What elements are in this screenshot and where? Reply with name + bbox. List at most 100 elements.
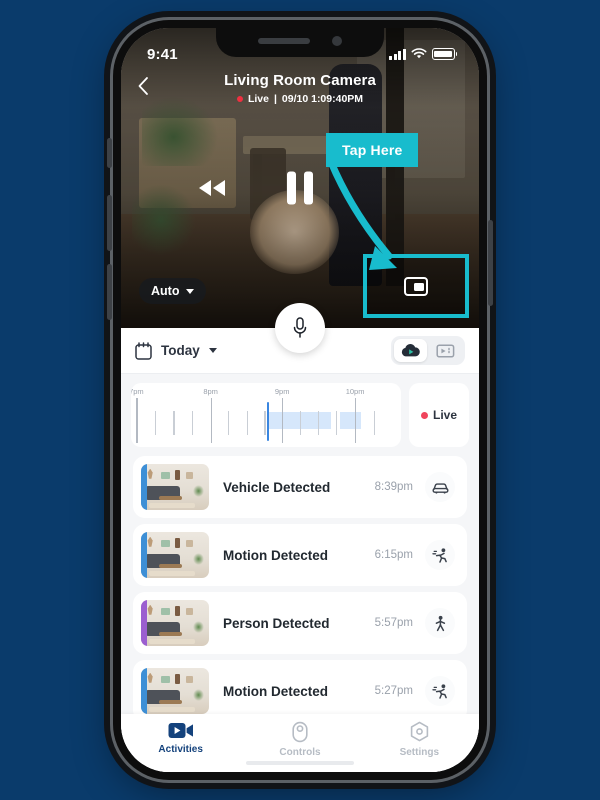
- running-person-icon: [425, 676, 455, 706]
- status-icons: [389, 48, 457, 60]
- tab-label-activities: Activities: [158, 744, 203, 755]
- timeline-hour-label: 8pm: [203, 387, 218, 396]
- timeline-tick: [318, 410, 320, 435]
- microphone-button[interactable]: [275, 303, 325, 353]
- event-thumbnail: [141, 532, 209, 578]
- tab-controls[interactable]: Controls: [241, 721, 359, 758]
- volume-down-button[interactable]: [107, 264, 112, 320]
- running-person-icon: [425, 540, 455, 570]
- timeline-tick: [264, 410, 266, 435]
- pause-icon: [287, 171, 296, 205]
- curved-arrow-icon: [327, 160, 397, 270]
- event-label: Motion Detected: [223, 683, 329, 699]
- event-list-item[interactable]: Motion Detected 5:27pm: [133, 660, 467, 714]
- cloud-storage-button[interactable]: [394, 339, 427, 362]
- rewind-button[interactable]: [197, 179, 227, 197]
- phone-screen: Living Room Camera Live | 09/10 1:09:40P…: [121, 28, 479, 772]
- timeline-tick: [191, 410, 193, 435]
- controls-icon: [292, 721, 308, 743]
- activities-panel: Today 7pm 8pm 9pm 10pm Live Vehicle Dete…: [121, 328, 479, 772]
- car-icon: [425, 472, 455, 502]
- video-quality-selector[interactable]: Auto: [139, 278, 207, 304]
- timeline-row: 7pm 8pm 9pm 10pm Live: [121, 374, 479, 455]
- earpiece-speaker: [258, 38, 310, 44]
- rewind-icon: [199, 180, 225, 196]
- tab-settings[interactable]: Settings: [360, 721, 478, 758]
- timeline-recording-segment: [340, 412, 361, 429]
- live-status: Live | 09/10 1:09:40PM: [121, 93, 479, 105]
- timeline-playhead[interactable]: [266, 401, 270, 442]
- home-indicator: [246, 760, 354, 765]
- volume-up-button[interactable]: [107, 195, 112, 251]
- chevron-down-icon: [186, 288, 195, 294]
- event-time: 5:27pm: [374, 685, 413, 697]
- video-camera-icon: [168, 723, 193, 738]
- event-list-item[interactable]: Motion Detected 6:15pm: [133, 524, 467, 586]
- date-selector[interactable]: Today: [135, 341, 217, 360]
- video-timestamp: 09/10 1:09:40PM: [281, 93, 364, 105]
- chevron-left-icon: [138, 77, 148, 95]
- timeline-tick: [210, 398, 212, 443]
- walking-person-icon: [425, 608, 455, 638]
- timeline-scrubber[interactable]: 7pm 8pm 9pm 10pm: [131, 383, 401, 447]
- event-list-item[interactable]: Person Detected 5:57pm: [133, 592, 467, 654]
- back-button[interactable]: [137, 76, 149, 101]
- event-label: Vehicle Detected: [223, 479, 331, 495]
- tab-activities[interactable]: Activities: [122, 721, 240, 755]
- silent-switch[interactable]: [107, 138, 112, 168]
- event-thumbnail: [141, 600, 209, 646]
- pause-button[interactable]: [287, 171, 313, 205]
- event-time: 8:39pm: [374, 481, 413, 493]
- battery-icon: [431, 48, 457, 60]
- local-storage-button[interactable]: [429, 339, 462, 362]
- timeline-hour-label: 10pm: [345, 387, 365, 396]
- timeline-tick: [299, 410, 301, 435]
- events-list[interactable]: Vehicle Detected 8:39pm Motion Detected 6:1…: [121, 456, 479, 714]
- live-button[interactable]: Live: [409, 383, 469, 447]
- timeline-hour-label: 7pm: [131, 387, 144, 396]
- tap-here-callout: Tap Here: [326, 133, 419, 167]
- microphone-icon: [293, 317, 307, 338]
- timeline-tick: [246, 410, 248, 435]
- chevron-down-icon: [208, 348, 217, 353]
- timeline-tick: [282, 398, 284, 443]
- event-time: 5:57pm: [374, 617, 413, 629]
- timeline-tick: [154, 410, 156, 435]
- calendar-icon: [135, 341, 152, 360]
- event-thumbnail: [141, 668, 209, 714]
- separator: |: [273, 93, 277, 105]
- live-button-label: Live: [432, 408, 457, 422]
- phone-frame: Living Room Camera Live | 09/10 1:09:40P…: [107, 20, 493, 780]
- callout-text: Tap Here: [342, 142, 403, 158]
- storage-toggle: [391, 336, 465, 365]
- timeline-ticks: [131, 398, 401, 443]
- power-button[interactable]: [488, 220, 493, 306]
- timeline-tick: [355, 398, 357, 443]
- live-indicator-dot: [236, 96, 243, 102]
- event-label: Motion Detected: [223, 547, 329, 563]
- bottom-tab-bar: Activities Controls Settings: [121, 714, 479, 772]
- date-label: Today: [161, 343, 200, 358]
- timeline-hour-label: 9pm: [274, 387, 290, 396]
- sd-card-play-icon: [436, 343, 455, 358]
- camera-name: Living Room Camera: [224, 72, 376, 89]
- signal-bars-icon: [389, 48, 406, 60]
- wifi-icon: [411, 48, 426, 59]
- video-quality-label: Auto: [151, 284, 180, 298]
- tab-label-controls: Controls: [279, 747, 321, 758]
- notch: [216, 28, 384, 57]
- tab-label-settings: Settings: [399, 747, 440, 758]
- timeline-tick: [336, 410, 338, 435]
- status-time: 9:41: [147, 45, 178, 63]
- timeline-tick: [228, 410, 230, 435]
- cloud-play-icon: [401, 343, 420, 357]
- event-time: 6:15pm: [374, 549, 413, 561]
- live-label: Live: [247, 93, 269, 105]
- event-list-item[interactable]: Vehicle Detected 8:39pm: [133, 456, 467, 518]
- timeline-tick: [136, 398, 138, 443]
- front-camera-icon: [332, 36, 342, 46]
- event-label: Person Detected: [223, 615, 330, 631]
- video-header: Living Room Camera Live | 09/10 1:09:40P…: [121, 72, 479, 105]
- video-player[interactable]: Living Room Camera Live | 09/10 1:09:40P…: [121, 28, 479, 328]
- timeline-tick: [173, 410, 175, 435]
